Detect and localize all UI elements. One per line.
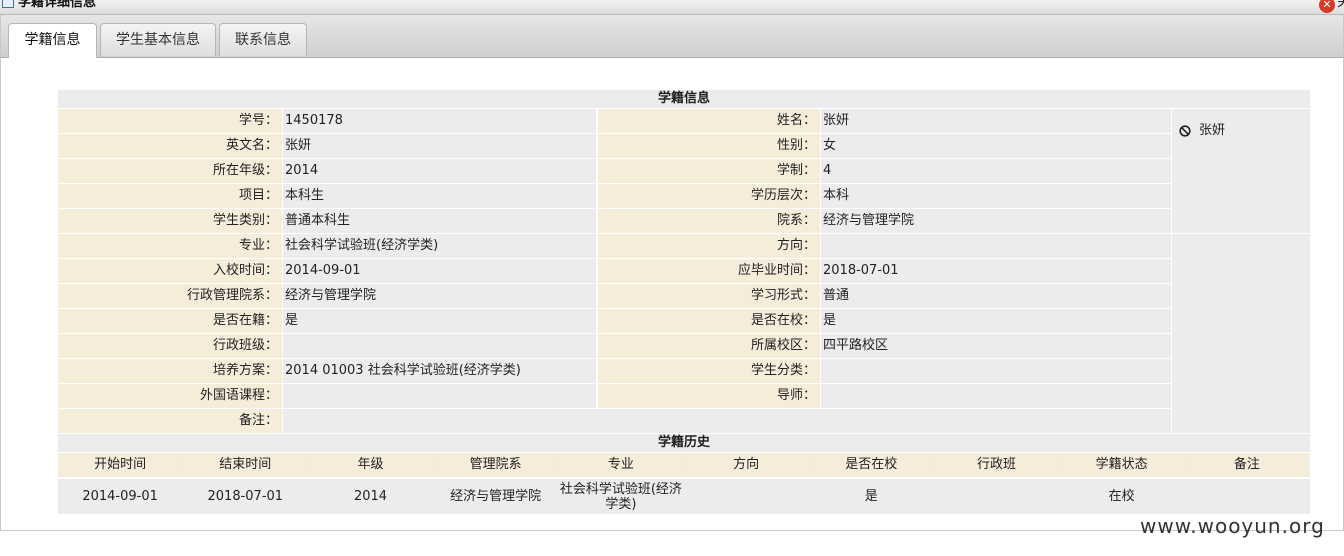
close-label[interactable]: 关 xyxy=(1337,0,1344,12)
field-label: 院系： xyxy=(598,209,820,233)
field-value: 经济与管理学院 xyxy=(285,288,377,303)
tab-enrollment-info[interactable]: 学籍信息 xyxy=(8,23,97,58)
dialog-window: 学籍信息 学生基本信息 联系信息 学籍信息 张妍 学号： 1450178 姓名：… xyxy=(0,15,1344,531)
field-label: 应毕业时间： xyxy=(598,259,820,283)
field-value: 普通 xyxy=(823,288,850,303)
field-label: 培养方案： xyxy=(58,359,282,383)
field-value: 2014-09-01 xyxy=(285,263,361,278)
history-cell xyxy=(684,479,809,514)
history-column-header: 结束时间 xyxy=(183,453,308,477)
field-value: 张妍 xyxy=(285,138,312,153)
history-cell xyxy=(934,479,1059,514)
field-value xyxy=(821,359,1171,383)
field-label: 所属校区： xyxy=(598,334,820,358)
field-label: 专业： xyxy=(58,234,282,258)
history-column-header: 方向 xyxy=(684,453,809,477)
field-label-remark: 备注： xyxy=(58,409,282,433)
history-cell: 2018-07-01 xyxy=(183,479,308,514)
close-icon[interactable]: ✕ xyxy=(1319,0,1335,13)
window-icon xyxy=(2,0,14,8)
field-value xyxy=(821,384,1171,408)
history-cell: 2014-09-01 xyxy=(58,479,183,514)
history-column-header: 年级 xyxy=(308,453,433,477)
field-label: 所在年级： xyxy=(58,159,282,183)
field-value: 社会科学试验班(经济学类) xyxy=(285,238,439,253)
field-value: 2014 xyxy=(285,163,319,178)
field-value xyxy=(283,334,596,358)
field-value: 2014 01003 社会科学试验班(经济学类) xyxy=(285,363,521,378)
field-label: 学制： xyxy=(598,159,820,183)
field-value: 本科生 xyxy=(285,188,325,203)
history-column-header: 行政班 xyxy=(934,453,1059,477)
field-label: 是否在校： xyxy=(598,309,820,333)
history-cell: 经济与管理学院 xyxy=(433,479,558,514)
field-value: 四平路校区 xyxy=(823,338,889,353)
field-value-remark xyxy=(283,409,1171,433)
field-label: 学生分类： xyxy=(598,359,820,383)
field-value: 女 xyxy=(823,138,837,153)
field-value: 2018-07-01 xyxy=(823,263,899,278)
field-label: 行政管理院系： xyxy=(58,284,282,308)
history-column-header: 专业 xyxy=(558,453,683,477)
tab-student-basic-info[interactable]: 学生基本信息 xyxy=(100,23,216,56)
history-column-header: 学籍状态 xyxy=(1059,453,1184,477)
field-label: 项目： xyxy=(58,184,282,208)
history-cell xyxy=(1184,479,1309,514)
enrollment-table: 学籍信息 张妍 学号： 1450178 姓名： 张妍 英文名： 张妍 性别：女所在年级： 20… xyxy=(58,90,1310,514)
field-label: 行政班级： xyxy=(58,334,282,358)
watermark-text: www.wooyun.org xyxy=(1140,514,1325,538)
field-label: 学号： xyxy=(58,109,282,133)
history-cell: 社会科学试验班(经济学类) xyxy=(558,479,683,514)
field-label: 性别： xyxy=(598,134,820,158)
field-label: 外国语课程： xyxy=(58,384,282,408)
tab-bar: 学籍信息 学生基本信息 联系信息 xyxy=(1,15,1343,58)
history-cell: 2014 xyxy=(308,479,433,514)
field-value xyxy=(821,234,1171,258)
history-cell: 在校 xyxy=(1059,479,1184,514)
photo-placeholder: 张妍 xyxy=(1179,122,1225,140)
field-value: 张妍 xyxy=(823,113,850,128)
window-titlebar: 学籍详细信息 ✕ 关 xyxy=(0,0,1344,15)
field-label: 姓名： xyxy=(598,109,820,133)
field-value: 普通本科生 xyxy=(285,213,351,228)
window-title: 学籍详细信息 xyxy=(18,0,97,10)
field-label: 学历层次： xyxy=(598,184,820,208)
field-value: 1450178 xyxy=(285,113,343,128)
field-label: 入校时间： xyxy=(58,259,282,283)
field-label: 导师： xyxy=(598,384,820,408)
tab-contact-info[interactable]: 联系信息 xyxy=(219,23,307,56)
history-column-header: 备注 xyxy=(1184,453,1309,477)
history-column-header: 管理院系 xyxy=(433,453,558,477)
section-title-history: 学籍历史 xyxy=(58,434,1310,452)
history-column-header: 是否在校 xyxy=(809,453,934,477)
field-value: 是 xyxy=(823,313,837,328)
field-value: 4 xyxy=(823,163,832,178)
field-label: 学生类别： xyxy=(58,209,282,233)
field-label: 英文名： xyxy=(58,134,282,158)
field-value xyxy=(283,384,596,408)
field-label: 方向： xyxy=(598,234,820,258)
field-label: 是否在籍： xyxy=(58,309,282,333)
field-value: 本科 xyxy=(823,188,850,203)
field-value: 经济与管理学院 xyxy=(823,213,915,228)
field-label: 学习形式： xyxy=(598,284,820,308)
section-title-enrollment: 学籍信息 xyxy=(58,90,1310,108)
history-column-header: 开始时间 xyxy=(58,453,183,477)
no-photo-icon xyxy=(1179,125,1191,137)
history-cell: 是 xyxy=(809,479,934,514)
field-value: 是 xyxy=(285,313,299,328)
photo-student-name: 张妍 xyxy=(1199,123,1226,138)
